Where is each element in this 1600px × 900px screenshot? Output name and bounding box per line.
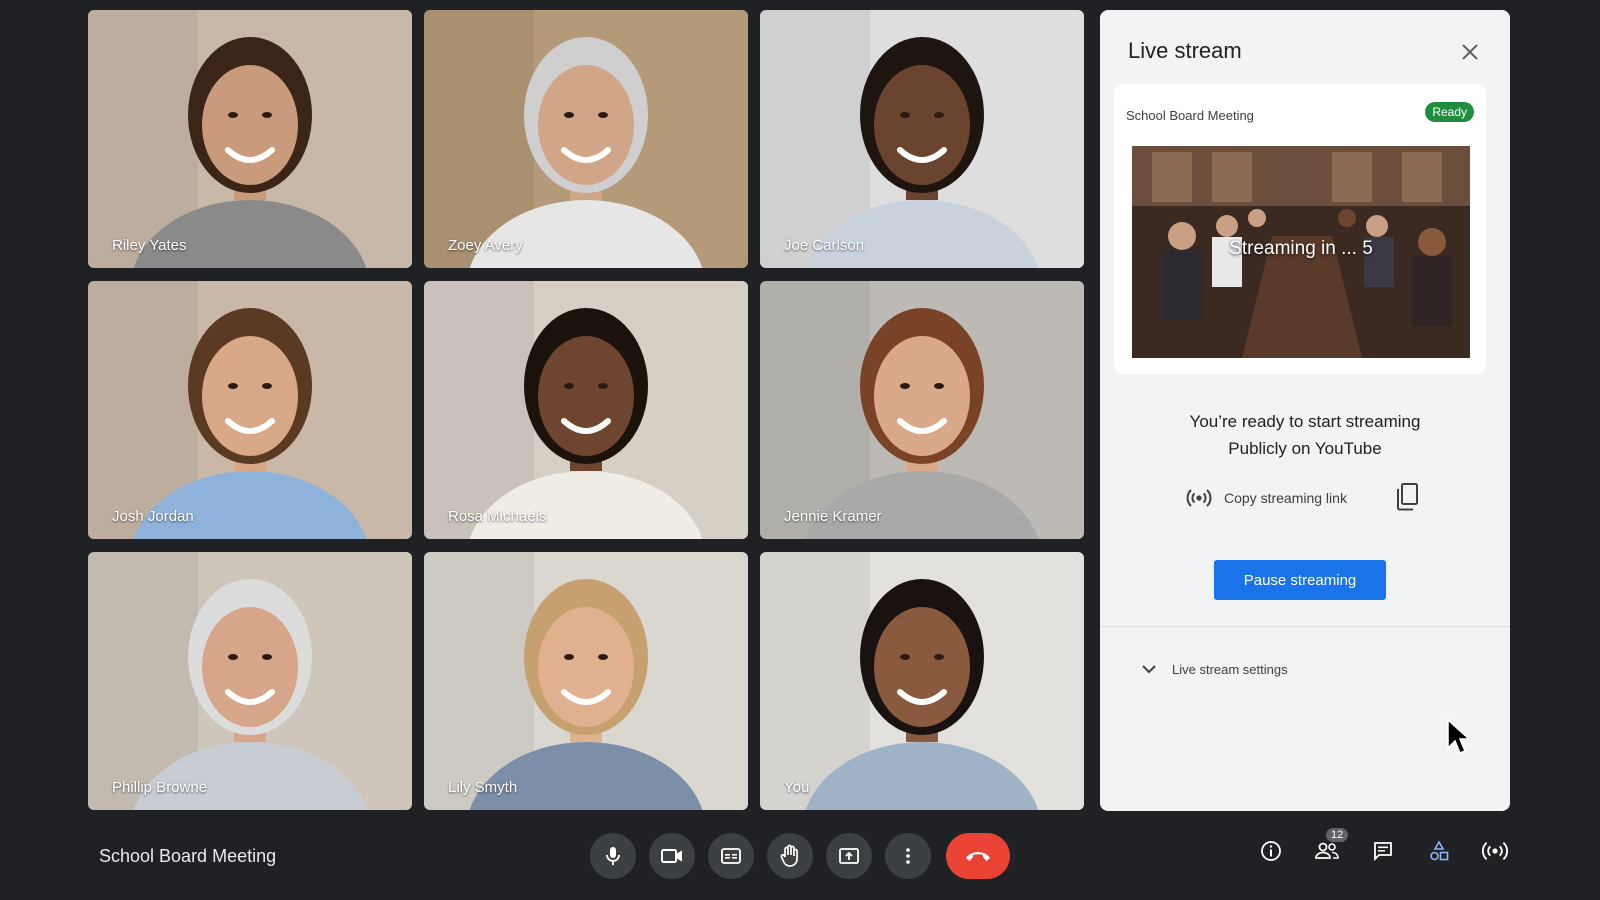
- mouse-cursor-icon: [1447, 718, 1471, 754]
- participant-name: Rosa Michaels: [448, 508, 547, 525]
- streaming-countdown: Streaming in ... 5: [1229, 238, 1373, 259]
- participant-tile[interactable]: Jennie Kramer: [760, 281, 1084, 539]
- end-call-button[interactable]: [946, 833, 1010, 879]
- participant-name: Riley Yates: [112, 237, 187, 254]
- mic-icon: [606, 847, 620, 865]
- participant-tile[interactable]: Josh Jordan: [88, 281, 412, 539]
- video-grid: Riley Yates Zoey Avery Joe Carlson Josh Jor…: [88, 10, 1084, 810]
- participant-name: Josh Jordan: [112, 508, 194, 525]
- participant-tile[interactable]: Riley Yates: [88, 10, 412, 268]
- settings-label: Live stream settings: [1172, 661, 1288, 677]
- participant-name: You: [784, 779, 810, 796]
- participant-video: [88, 10, 412, 268]
- captions-icon: [721, 848, 741, 864]
- participant-tile[interactable]: Phillip Browne: [88, 552, 412, 810]
- chat-icon: [1374, 842, 1392, 862]
- activities-icon: [1430, 840, 1449, 861]
- ready-line-2: Publicly on YouTube: [1228, 439, 1382, 458]
- close-icon: [1462, 44, 1478, 60]
- participant-video: [424, 281, 748, 539]
- participant-video: [424, 10, 748, 268]
- copy-link-label: Copy streaming link: [1224, 490, 1347, 506]
- more-options-button[interactable]: [885, 833, 931, 879]
- participant-name: Lily Smyth: [448, 779, 518, 796]
- participant-video: [760, 10, 1084, 268]
- participant-video: [760, 552, 1084, 810]
- stream-preview-image: Streaming in ... 5: [1132, 146, 1470, 358]
- call-controls: [590, 833, 1010, 879]
- raise-hand-button[interactable]: [767, 833, 813, 879]
- meeting-title: School Board Meeting: [99, 846, 277, 866]
- present-icon: [839, 848, 859, 864]
- participant-name: Jennie Kramer: [784, 508, 882, 525]
- live-stream-icon: [1482, 841, 1508, 861]
- live-stream-settings-toggle[interactable]: Live stream settings: [1140, 660, 1288, 678]
- participant-count-badge: 12: [1326, 828, 1349, 842]
- participant-video: [88, 552, 412, 810]
- chat-button[interactable]: [1370, 838, 1396, 864]
- divider: [1100, 626, 1510, 627]
- status-badge: Ready: [1425, 102, 1474, 122]
- participant-tile[interactable]: Zoey Avery: [424, 10, 748, 268]
- present-button[interactable]: [826, 833, 872, 879]
- people-button[interactable]: 12: [1314, 828, 1349, 864]
- pause-streaming-button[interactable]: Pause streaming: [1214, 560, 1386, 600]
- end-call-icon: [966, 852, 990, 861]
- more-options-icon: [906, 848, 910, 864]
- meeting-side-controls: 12: [1258, 828, 1508, 864]
- live-stream-button[interactable]: [1482, 838, 1508, 864]
- mic-button[interactable]: [590, 833, 636, 879]
- participant-name: Zoey Avery: [448, 237, 523, 254]
- participant-tile[interactable]: Lily Smyth: [424, 552, 748, 810]
- participant-tile[interactable]: Rosa Michaels: [424, 281, 748, 539]
- ready-message: You’re ready to start streaming Publicly…: [1100, 408, 1510, 462]
- stream-preview-card: School Board Meeting Ready Streaming in …: [1114, 84, 1486, 374]
- participant-video: [88, 281, 412, 539]
- raise-hand-icon: [780, 844, 798, 867]
- participant-name: Phillip Browne: [112, 779, 208, 796]
- copy-button[interactable]: [1394, 482, 1420, 512]
- captions-button[interactable]: [708, 833, 754, 879]
- participant-tile[interactable]: Joe Carlson: [760, 10, 1084, 268]
- ready-line-1: You’re ready to start streaming: [1189, 412, 1421, 431]
- chevron-down-icon: [1142, 665, 1156, 674]
- participant-video: [760, 281, 1084, 539]
- participant-video: [424, 552, 748, 810]
- camera-icon: [661, 849, 682, 863]
- close-panel-button[interactable]: [1458, 40, 1482, 64]
- activities-button[interactable]: [1426, 838, 1452, 864]
- participant-tile[interactable]: You: [760, 552, 1084, 810]
- meeting-details-button[interactable]: [1258, 838, 1284, 864]
- camera-button[interactable]: [649, 833, 695, 879]
- stream-name: School Board Meeting: [1126, 108, 1254, 123]
- participant-name: Joe Carlson: [784, 237, 865, 254]
- live-stream-panel: Live stream School Board Meeting Ready S…: [1100, 10, 1510, 811]
- copy-streaming-link[interactable]: Copy streaming link: [1186, 488, 1347, 508]
- people-icon: [1315, 842, 1339, 859]
- live-stream-icon: [1186, 489, 1212, 507]
- info-icon: [1261, 841, 1281, 861]
- copy-icon: [1397, 483, 1418, 511]
- panel-title: Live stream: [1128, 38, 1242, 63]
